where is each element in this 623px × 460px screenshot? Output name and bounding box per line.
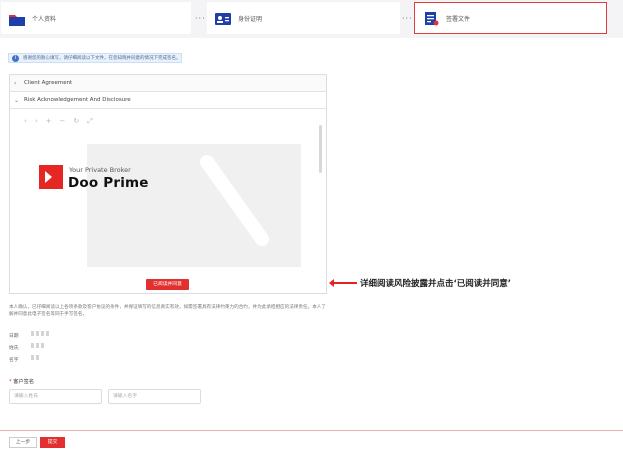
- info-row-first-name: 名字: [9, 355, 39, 363]
- accordion-client-agreement[interactable]: › Client Agreement: [10, 75, 326, 92]
- divider: [0, 430, 623, 431]
- notice-text: 感谢您的耐心填写，请仔细阅读以下文件，在您知晓并同意的情况下完成签名。: [23, 56, 181, 61]
- step-separator: ···: [402, 14, 413, 23]
- zoom-in-icon[interactable]: +: [46, 117, 52, 126]
- step-label: 身份证明: [238, 15, 263, 23]
- pdf-viewer[interactable]: Your Private Broker Doo Prime: [10, 131, 326, 271]
- submit-button[interactable]: 提交: [40, 437, 65, 448]
- required-mark: *: [9, 379, 12, 385]
- info-value-redacted: [31, 331, 51, 336]
- step-separator: ···: [195, 14, 206, 23]
- documents-panel: › Client Agreement ⌄ Risk Acknowledgemen…: [9, 74, 327, 294]
- signature-label: * 客户签名: [9, 378, 34, 385]
- prev-page-icon[interactable]: ‹: [24, 117, 27, 126]
- folder-icon: [9, 11, 25, 26]
- info-icon: i: [12, 54, 19, 62]
- viewer-scrollbar[interactable]: [319, 125, 322, 173]
- notice-banner: i 感谢您的耐心填写，请仔细阅读以下文件，在您知晓并同意的情况下完成签名。: [8, 53, 182, 63]
- last-name-input[interactable]: 请输入姓氏: [9, 389, 102, 404]
- logo-mark-icon: [39, 165, 63, 189]
- rotate-icon[interactable]: ↻: [73, 117, 79, 126]
- signature-label-text: 客户签名: [13, 379, 35, 385]
- step-personal-info[interactable]: 个人资料: [1, 2, 191, 34]
- next-page-icon[interactable]: ›: [35, 117, 38, 126]
- step-label: 签署文件: [446, 15, 471, 23]
- id-card-icon: [215, 11, 231, 25]
- info-label: 名字: [9, 358, 19, 363]
- viewer-toolbar: ‹ › + − ↻ ⤢: [24, 117, 93, 126]
- info-label: 姓氏: [9, 346, 19, 351]
- step-bar: 个人资料 ··· 身份证明 ··· 签署文件: [0, 0, 623, 38]
- info-value-redacted: [31, 343, 45, 348]
- logo-tagline: Your Private Broker: [69, 166, 131, 174]
- page-watermark: [87, 144, 301, 267]
- accordion-label: Risk Acknowledgement And Disclosure: [24, 97, 131, 103]
- chevron-down-icon: ⌄: [14, 96, 20, 104]
- first-name-input[interactable]: 请输入名字: [108, 389, 201, 404]
- step-label: 个人资料: [32, 15, 57, 23]
- step-sign-documents[interactable]: 签署文件: [414, 2, 607, 34]
- info-row-last-name: 姓氏: [9, 343, 45, 351]
- annotation-text: 详细阅读风险披露并点击‘已阅读并同意’: [360, 279, 511, 289]
- accordion-label: Client Agreement: [24, 80, 73, 86]
- fullscreen-icon[interactable]: ⤢: [87, 117, 93, 126]
- logo-name: Doo Prime: [68, 175, 149, 191]
- arrow-left-icon: [329, 279, 357, 287]
- info-value-redacted: [31, 355, 39, 360]
- chevron-right-icon: ›: [14, 79, 17, 87]
- read-and-agree-button[interactable]: 已阅读并同意: [146, 279, 189, 290]
- zoom-out-icon[interactable]: −: [60, 117, 66, 126]
- info-row-date: 日期: [9, 331, 51, 339]
- consent-paragraph: 本人确认，已仔细阅读以上各项条款及客户协议的条件，并保证填写的信息真实有效，如需…: [9, 305, 326, 317]
- step-identity[interactable]: 身份证明: [207, 2, 400, 34]
- accordion-risk-disclosure[interactable]: ⌄ Risk Acknowledgement And Disclosure: [10, 92, 326, 109]
- previous-button[interactable]: 上一步: [9, 437, 37, 448]
- document-icon: [423, 11, 439, 26]
- annotation-callout: 详细阅读风险披露并点击‘已阅读并同意’: [329, 277, 511, 289]
- info-label: 日期: [9, 334, 19, 339]
